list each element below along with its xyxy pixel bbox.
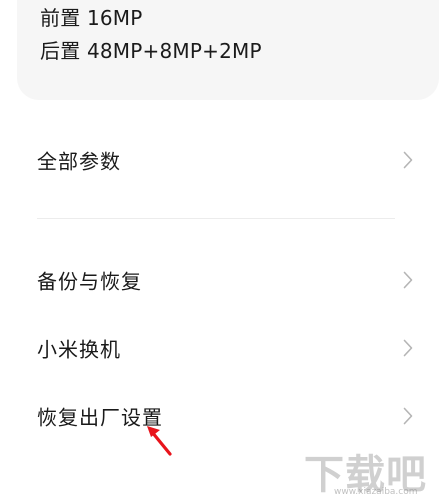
settings-row-backup-restore[interactable]: 备份与恢复 <box>0 252 439 308</box>
settings-row-mi-mover[interactable]: 小米换机 <box>0 320 439 376</box>
camera-specs-card: 前置 16MP 后置 48MP+8MP+2MP <box>17 0 439 100</box>
rear-camera-spec: 后置 48MP+8MP+2MP <box>40 39 262 63</box>
settings-row-factory-reset[interactable]: 恢复出厂设置 <box>0 388 439 444</box>
chevron-right-icon <box>403 271 413 289</box>
section-divider <box>37 218 395 219</box>
front-camera-spec: 前置 16MP <box>40 6 143 30</box>
settings-row-all-params[interactable]: 全部参数 <box>0 132 439 188</box>
chevron-right-icon <box>403 407 413 425</box>
red-arrow-annotation-icon <box>147 426 172 456</box>
chevron-right-icon <box>403 151 413 169</box>
settings-row-label: 备份与恢复 <box>37 269 142 294</box>
watermark: 下载吧 www.xiazaiba.com <box>300 442 436 500</box>
chevron-right-icon <box>403 339 413 357</box>
settings-row-label: 全部参数 <box>37 149 121 174</box>
watermark-url: www.xiazaiba.com <box>334 487 418 497</box>
settings-row-label: 小米换机 <box>37 337 121 362</box>
